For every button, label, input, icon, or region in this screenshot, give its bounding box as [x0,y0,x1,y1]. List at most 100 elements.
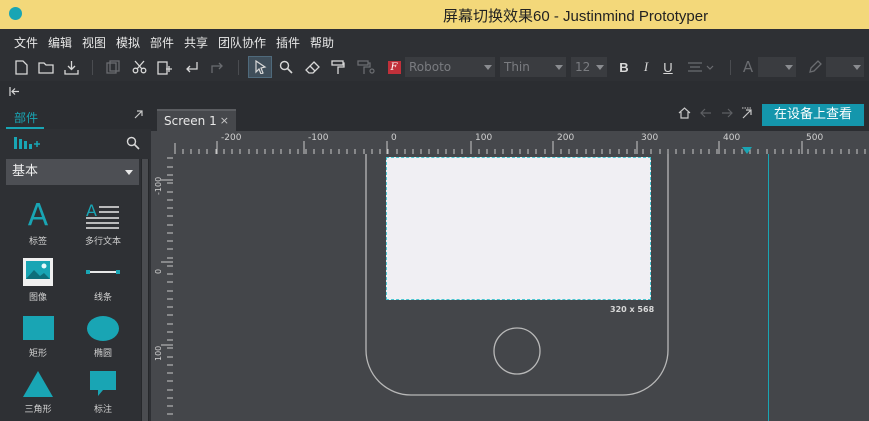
home-button-icon [493,327,541,375]
text-color-icon[interactable]: A [740,57,756,77]
ruler-label: 100 [475,133,493,143]
border-color-select[interactable] [826,57,864,77]
font-size-select[interactable]: 12 [571,57,607,77]
close-icon[interactable]: × [220,114,229,127]
pen-icon[interactable] [806,57,824,77]
ruler-label: 200 [557,133,575,143]
cut-icon[interactable] [130,57,148,77]
view-on-device-button[interactable]: 在设备上查看 [762,104,864,126]
ruler-label: 0 [154,268,163,274]
panel-collapse-strip [0,81,869,103]
scrollbar-thumb[interactable] [142,159,148,421]
expand-arrow-icon[interactable] [134,109,143,122]
chevron-down-icon [785,65,793,70]
ruler-label: 400 [723,133,741,143]
widgets-panel: 部件 基本 A 标签 A 多行文本 图像 线条 矩形 椭圆 三角形 标注 [0,103,151,421]
ruler-label: -100 [154,176,163,195]
vertical-ruler[interactable]: -100 0 100 [151,131,173,421]
forward-arrow-icon[interactable] [721,107,733,122]
title-bar: 屏幕切换效果60 - Justinmind Prototyper [0,0,869,29]
open-folder-icon[interactable] [37,57,55,77]
ruler-label: 100 [154,345,163,361]
chevron-down-icon [555,65,563,70]
menu-teamwork[interactable]: 团队协作 [218,34,266,51]
toolbar-separator [92,60,93,75]
chevron-down-icon [853,65,861,70]
font-weight-select[interactable]: Thin [500,57,566,77]
multiline-text-icon: A [86,202,119,229]
widgets-scrollbar[interactable] [141,159,149,421]
toolbar-separator [730,60,731,75]
widget-label[interactable]: A 标签 [8,198,68,248]
new-file-icon[interactable] [12,57,30,77]
widget-triangle[interactable]: 三角形 [8,367,68,415]
home-icon[interactable] [678,107,691,123]
toolbar-separator [238,60,239,75]
menu-plugins[interactable]: 插件 [276,34,300,51]
export-icon[interactable] [62,57,80,77]
collapse-left-icon[interactable] [9,86,21,100]
widget-tools [0,129,151,157]
rectangle-icon [22,316,54,340]
window-title: 屏幕切换效果60 - Justinmind Prototyper [443,8,709,25]
menu-share[interactable]: 共享 [184,34,208,51]
tab-screen-1[interactable]: Screen 1 × [157,109,236,131]
ruler-label: 0 [391,133,397,143]
maximize-canvas-icon[interactable] [741,107,753,123]
font-family-select[interactable]: Roboto [405,57,495,77]
widget-image[interactable]: 图像 [8,255,68,303]
menu-widgets[interactable]: 部件 [150,34,174,51]
app-logo-icon [9,7,22,20]
text-color-select[interactable] [758,57,796,77]
menu-bar: 文件 编辑 视图 模拟 部件 共享 团队协作 插件 帮助 [0,29,869,53]
back-arrow-icon[interactable] [700,107,712,122]
ellipse-icon [87,315,119,341]
screen-tabs-bar: Screen 1 × 在设备上查看 [151,103,869,131]
widget-library-icon[interactable] [13,136,41,153]
menu-edit[interactable]: 编辑 [48,34,72,51]
widget-rectangle[interactable]: 矩形 [8,311,68,359]
text-label-icon: A [27,198,49,233]
ruler-label: 500 [806,133,824,143]
category-select[interactable]: 基本 [6,159,139,185]
zoom-search-icon[interactable] [277,57,295,77]
redo-icon[interactable] [208,57,226,77]
eraser-icon[interactable] [303,57,321,77]
design-canvas[interactable]: 320 x 568 [173,154,869,421]
copy-icon[interactable] [104,57,122,77]
format-painter-icon[interactable] [329,57,347,77]
callout-icon [90,371,116,396]
menu-file[interactable]: 文件 [14,34,38,51]
chevron-down-icon [484,65,492,70]
search-icon[interactable] [126,136,140,153]
line-icon [86,270,120,274]
menu-view[interactable]: 视图 [82,34,106,51]
widget-callout[interactable]: 标注 [73,367,133,415]
underline-button[interactable]: U [660,57,676,77]
tab-widgets[interactable]: 部件 [6,103,44,129]
ruler-label: 300 [641,133,659,143]
bold-button[interactable]: B [616,57,632,77]
ruler-label: -200 [221,133,242,143]
text-align-icon[interactable] [685,57,717,77]
guide-marker-icon[interactable] [742,147,752,154]
mobile-screen[interactable] [386,157,651,300]
panel-tab-row: 部件 [0,103,151,129]
widget-multiline-text[interactable]: A 多行文本 [73,199,133,247]
widget-ellipse[interactable]: 椭圆 [73,311,133,359]
font-style-icon[interactable]: F [386,57,402,77]
ruler-label: -100 [308,133,329,143]
widget-line[interactable]: 线条 [73,255,133,303]
paste-icon[interactable] [156,57,174,77]
chevron-down-icon [596,65,604,70]
menu-simulate[interactable]: 模拟 [116,34,140,51]
select-pointer-icon[interactable] [248,56,272,78]
vertical-guide[interactable] [768,154,769,421]
style-brush-icon[interactable] [355,57,377,77]
menu-help[interactable]: 帮助 [310,34,334,51]
undo-icon[interactable] [182,57,200,77]
horizontal-ruler[interactable]: -200 -100 0 100 200 300 400 500 [173,131,869,154]
screen-size-label: 320 x 568 [610,305,655,314]
italic-button[interactable]: I [638,57,654,77]
triangle-icon [23,371,53,397]
